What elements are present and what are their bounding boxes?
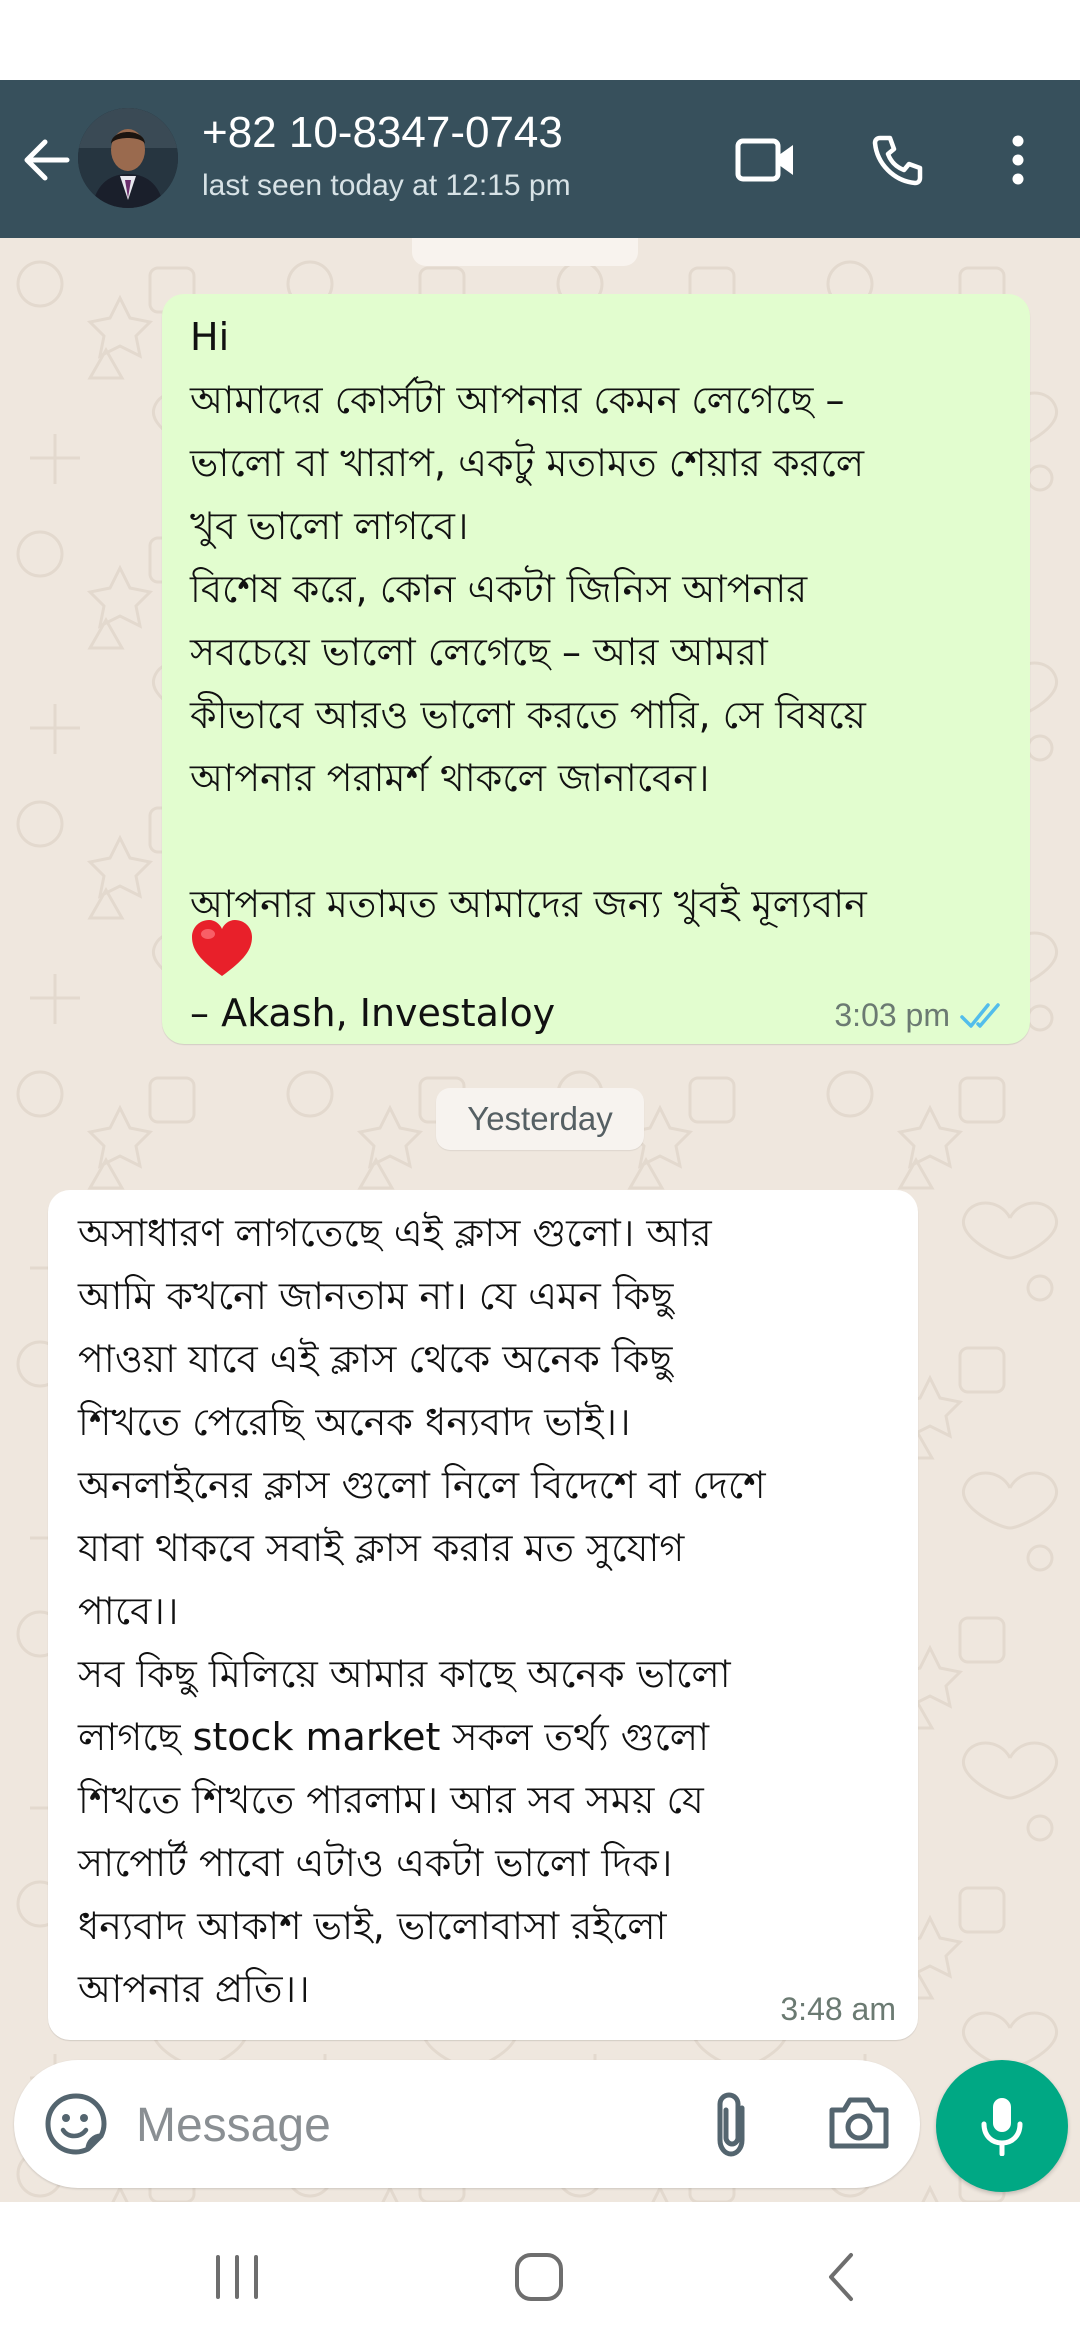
chevron-left-icon (829, 2253, 853, 2301)
system-navigation-bar (0, 2202, 1080, 2340)
message-time: 3:48 am (780, 1991, 896, 2027)
message-meta: 3:48 am (780, 1991, 896, 2028)
avatar[interactable] (78, 108, 178, 208)
date-divider: Yesterday (436, 1088, 644, 1150)
home-icon (515, 2253, 563, 2301)
video-call-button[interactable] (726, 122, 806, 198)
scrolled-date-chip (412, 238, 638, 266)
more-vertical-icon (1012, 135, 1024, 185)
last-seen-status: last seen today at 12:15 pm (202, 169, 571, 202)
chat-header: +82 10-8347-0743 last seen today at 12:1… (0, 80, 1080, 238)
red-heart-emoji (192, 920, 252, 976)
message-text: Hi আমাদের কোর্সটা আপনার কেমন লেগেছে – ভা… (190, 315, 867, 926)
system-back-button[interactable] (806, 2242, 876, 2312)
message-text: অসাধারণ লাগতেছে এই ক্লাস গুলো। আর আমি কখ… (78, 1211, 766, 2011)
paperclip-icon (717, 2092, 745, 2157)
contact-name[interactable]: +82 10-8347-0743 (202, 106, 563, 160)
back-button[interactable] (18, 120, 74, 200)
arrow-left-icon (24, 139, 70, 181)
chat-area[interactable]: Hi আমাদের কোর্সটা আপনার কেমন লেগেছে – ভা… (0, 238, 1080, 2202)
status-bar (0, 0, 1080, 80)
voice-message-button[interactable] (936, 2060, 1068, 2192)
double-check-read-icon (960, 1002, 1000, 1028)
emoji-button[interactable] (44, 2092, 108, 2156)
recent-apps-icon (216, 2255, 258, 2299)
contact-photo (78, 108, 178, 208)
message-time: 3:03 pm (834, 997, 950, 1033)
microphone-icon (981, 2098, 1023, 2156)
home-button[interactable] (504, 2242, 574, 2312)
attach-button[interactable] (704, 2090, 764, 2160)
message-input[interactable] (134, 2084, 658, 2166)
recent-apps-button[interactable] (202, 2242, 272, 2312)
incoming-message-bubble[interactable]: অসাধারণ লাগতেছে এই ক্লাস গুলো। আর আমি কখ… (48, 1190, 918, 2040)
voice-call-button[interactable] (860, 122, 936, 198)
message-meta: 3:03 pm (834, 997, 1008, 1034)
outgoing-message-bubble[interactable]: Hi আমাদের কোর্সটা আপনার কেমন লেগেছে – ভা… (162, 294, 1030, 1044)
emoji-sticker-icon (45, 2093, 107, 2155)
more-options-button[interactable] (990, 122, 1046, 198)
video-camera-icon (735, 138, 793, 182)
camera-icon (829, 2097, 889, 2149)
message-composer (14, 2060, 920, 2188)
phone-icon (872, 135, 923, 186)
camera-button[interactable] (826, 2090, 892, 2156)
